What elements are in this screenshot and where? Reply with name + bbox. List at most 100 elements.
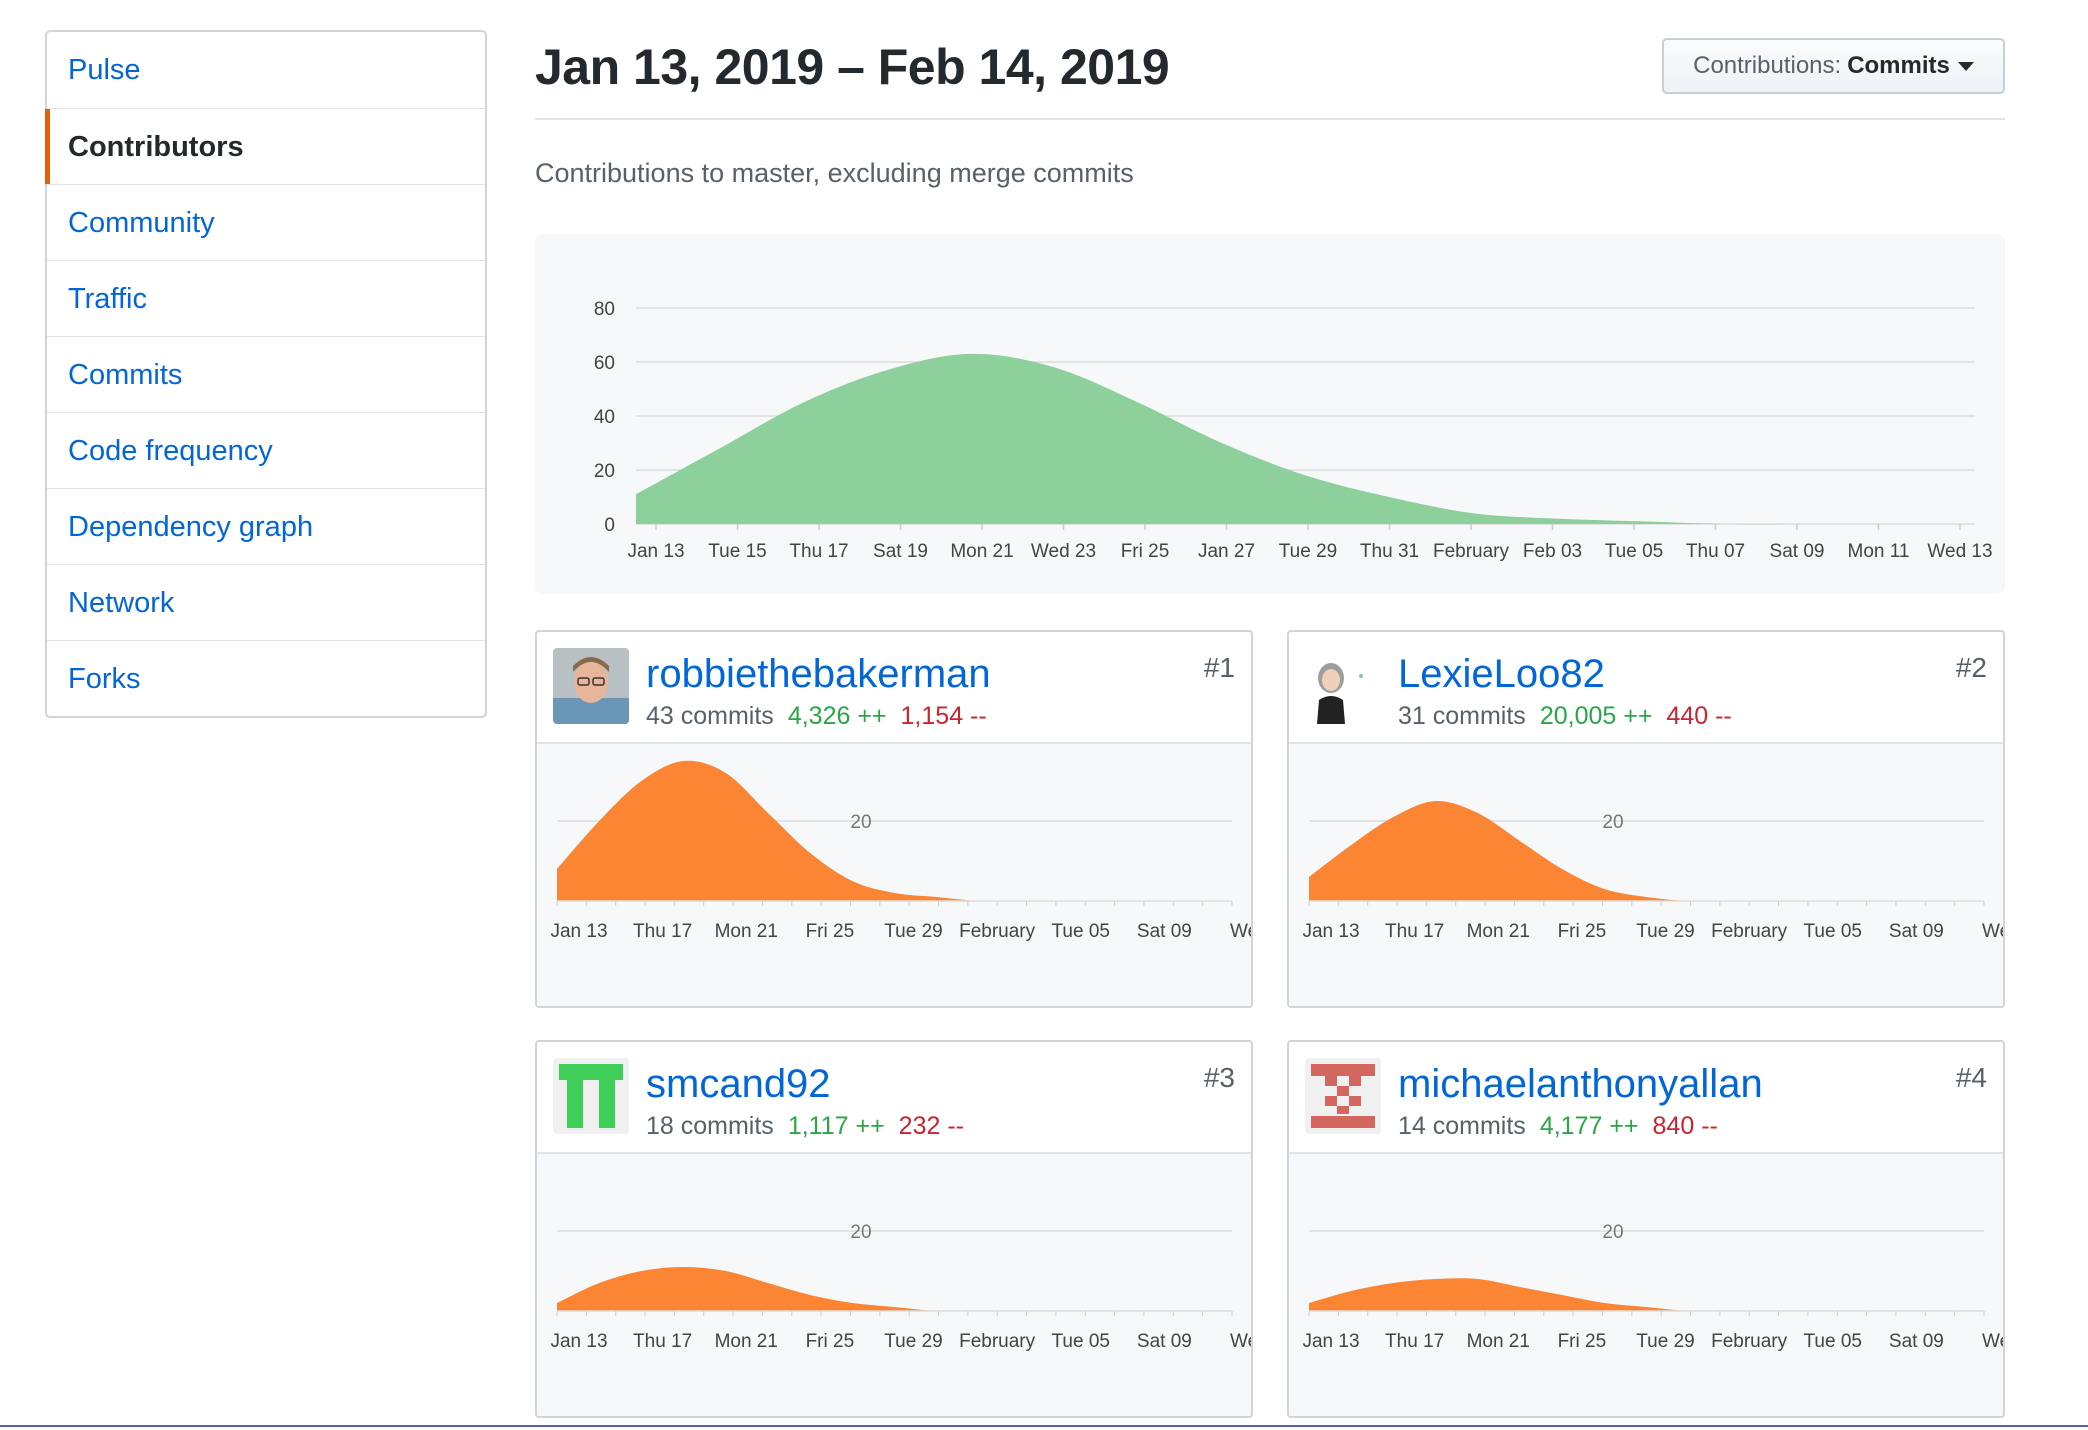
contributor-chart-svg: 20 Jan 13 Thu 17 Mon 21 Fri 25 Tue 29 February… <box>1302 1222 2005 1352</box>
x-tick-label: Fri 25 <box>806 921 855 942</box>
x-tick-label: Fri 25 <box>806 1331 855 1352</box>
x-tick-label: February <box>1711 1331 1788 1352</box>
contributor-username-link[interactable]: michaelanthonyallan <box>1398 1062 1763 1107</box>
commits-area <box>1309 1278 1984 1312</box>
chart-subtitle: Contributions to master, excluding merge… <box>535 158 1134 188</box>
x-tick-label: Mon 21 <box>715 921 778 942</box>
x-tick-label: Tue 05 <box>1804 921 1862 942</box>
x-tick-label: Wed 13 <box>1927 541 1992 562</box>
sidebar-item-contributors[interactable]: Contributors <box>45 108 485 184</box>
commit-count[interactable]: 18 commits <box>646 1112 774 1140</box>
deletions-count: 232 -- <box>898 1112 964 1140</box>
x-tick-label: Sat 09 <box>1137 1331 1192 1352</box>
sidebar-nav: Pulse Contributors Community Traffic Com… <box>45 30 487 718</box>
contributions-area <box>636 353 1975 525</box>
contributor-chart-svg: 20 Jan 13 Thu 17 Mon 21 Fri 25 Tue 29 February… <box>550 1222 1251 1352</box>
x-tick-label: Thu 17 <box>633 1331 692 1352</box>
contributor-username-link[interactable]: smcand92 <box>646 1062 831 1107</box>
contributor-card-header: michaelanthonyallan 14 commits 4,177 ++ 84… <box>1289 1042 2003 1154</box>
contributor-rank: #4 <box>1955 1062 1987 1093</box>
sidebar-item-code-frequency[interactable]: Code frequency <box>47 412 485 488</box>
x-tick-label: Jan 13 <box>627 541 684 562</box>
sidebar-item-network[interactable]: Network <box>47 564 485 640</box>
main-contributions-chart: 0 20 40 60 80 Jan 13 Tue 15 Thu 17 Sat 19 Mon 21 W… <box>535 234 2005 594</box>
y-tick-label: 60 <box>594 353 615 374</box>
x-tick-label: Mon 21 <box>1467 1331 1530 1352</box>
x-tick-label: February <box>959 921 1036 942</box>
avatar[interactable] <box>1305 1058 1381 1134</box>
x-tick-label: Tue 29 <box>884 921 942 942</box>
contributor-chart-svg: 20 Jan 13 Thu 17 Mon 21 Fri 25 Tue 29 February… <box>1302 800 2005 942</box>
x-tick-label: Tue 29 <box>1279 541 1337 562</box>
sidebar-item-dependency-graph[interactable]: Dependency graph <box>47 488 485 564</box>
contributor-rank: #2 <box>1955 652 1987 683</box>
x-tick-label: Thu 17 <box>1385 1331 1444 1352</box>
x-tick-label: Wed 23 <box>1031 541 1096 562</box>
avatar[interactable] <box>553 648 629 724</box>
x-tick-label: Sat 09 <box>1770 541 1825 562</box>
x-tick-label: Wed 1 <box>1982 921 2005 942</box>
contributor-card-header: robbiethebakerman 43 commits 4,326 ++ 1,15… <box>537 632 1251 744</box>
x-tick-label: Fri 25 <box>1121 541 1170 562</box>
additions-count: 20,005 ++ <box>1539 702 1653 730</box>
x-tick-label: Thu 31 <box>1360 541 1419 562</box>
contributor-stats: 18 commits 1,117 ++ 232 -- <box>646 1112 964 1141</box>
contributor-chart: 20 Jan 13 Thu 17 Mon 21 Fri 25 Tue 29 February… <box>1289 1154 2005 1416</box>
x-tick-label: Tue 05 <box>1605 541 1663 562</box>
sidebar-item-commits[interactable]: Commits <box>47 336 485 412</box>
x-tick-label: February <box>959 1331 1036 1352</box>
contributor-username-link[interactable]: LexieLoo82 <box>1398 652 1605 697</box>
x-tick-label: Sat 09 <box>1889 921 1944 942</box>
x-tick-label: Sat 09 <box>1889 1331 1944 1352</box>
y-tick-label: 80 <box>594 299 615 320</box>
deletions-count: 440 -- <box>1666 702 1732 730</box>
deletions-count: 1,154 -- <box>900 702 987 730</box>
commit-count[interactable]: 14 commits <box>1398 1112 1526 1140</box>
additions-count: 4,177 ++ <box>1539 1112 1639 1140</box>
x-tick-label: Jan 13 <box>550 921 607 942</box>
contributor-card: michaelanthonyallan 14 commits 4,177 ++ 84… <box>1287 1040 2005 1418</box>
sidebar-item-community[interactable]: Community <box>47 184 485 260</box>
sidebar-item-traffic[interactable]: Traffic <box>47 260 485 336</box>
contributor-card: smcand92 18 commits 1,117 ++ 232 -- #3 20 J… <box>535 1040 1253 1418</box>
commit-count[interactable]: 43 commits <box>646 702 774 730</box>
commit-count[interactable]: 31 commits <box>1398 702 1526 730</box>
y-tick-label: 20 <box>1602 1222 1623 1243</box>
x-tick-label: Jan 13 <box>550 1331 607 1352</box>
deletions-count: 840 -- <box>1652 1112 1718 1140</box>
header-divider <box>535 118 2005 120</box>
additions-count: 4,326 ++ <box>787 702 887 730</box>
contributor-username-link[interactable]: robbiethebakerman <box>646 652 991 697</box>
x-tick-label: Wed 1 <box>1230 921 1253 942</box>
page-title: Jan 13, 2019 – Feb 14, 2019 <box>535 39 1170 95</box>
y-tick-label: 20 <box>594 461 615 482</box>
x-tick-label: Jan 13 <box>1302 921 1359 942</box>
contributor-stats: 14 commits 4,177 ++ 840 -- <box>1398 1112 1718 1141</box>
x-tick-label: Mon 11 <box>1848 541 1910 562</box>
x-tick-label: February <box>1433 541 1510 562</box>
x-tick-label: Jan 27 <box>1198 541 1255 562</box>
x-tick-label: Mon 21 <box>715 1331 778 1352</box>
x-tick-label: Sat 19 <box>873 541 928 562</box>
contributor-stats: 43 commits 4,326 ++ 1,154 -- <box>646 702 987 731</box>
dropdown-prefix-label: Contributions: <box>1693 52 1842 79</box>
x-tick-label: Thu 07 <box>1686 541 1745 562</box>
x-tick-label: Tue 29 <box>1636 1331 1694 1352</box>
x-tick-label: Tue 05 <box>1052 921 1110 942</box>
commits-area <box>1309 800 1984 902</box>
x-tick-label: Sat 09 <box>1137 921 1192 942</box>
x-tick-label: Thu 17 <box>789 541 848 562</box>
avatar[interactable] <box>553 1058 629 1134</box>
commits-area <box>557 1267 1232 1312</box>
contributor-chart: 20 Jan 13 Thu 17 Mon 21 Fri 25 Tue 29 February… <box>537 1154 1251 1416</box>
x-tick-label: Wed 1 <box>1982 1331 2005 1352</box>
contributions-type-dropdown[interactable]: Contributions: Commits <box>1662 38 2005 94</box>
commits-area <box>557 760 1232 902</box>
caret-down-icon <box>1957 61 1974 71</box>
avatar[interactable] <box>1305 648 1381 724</box>
dropdown-selected-value: Commits <box>1847 52 1950 79</box>
x-tick-label: Tue 29 <box>1636 921 1694 942</box>
sidebar-item-pulse[interactable]: Pulse <box>47 32 485 108</box>
x-tick-label: Thu 17 <box>633 921 692 942</box>
sidebar-item-forks[interactable]: Forks <box>47 640 485 716</box>
